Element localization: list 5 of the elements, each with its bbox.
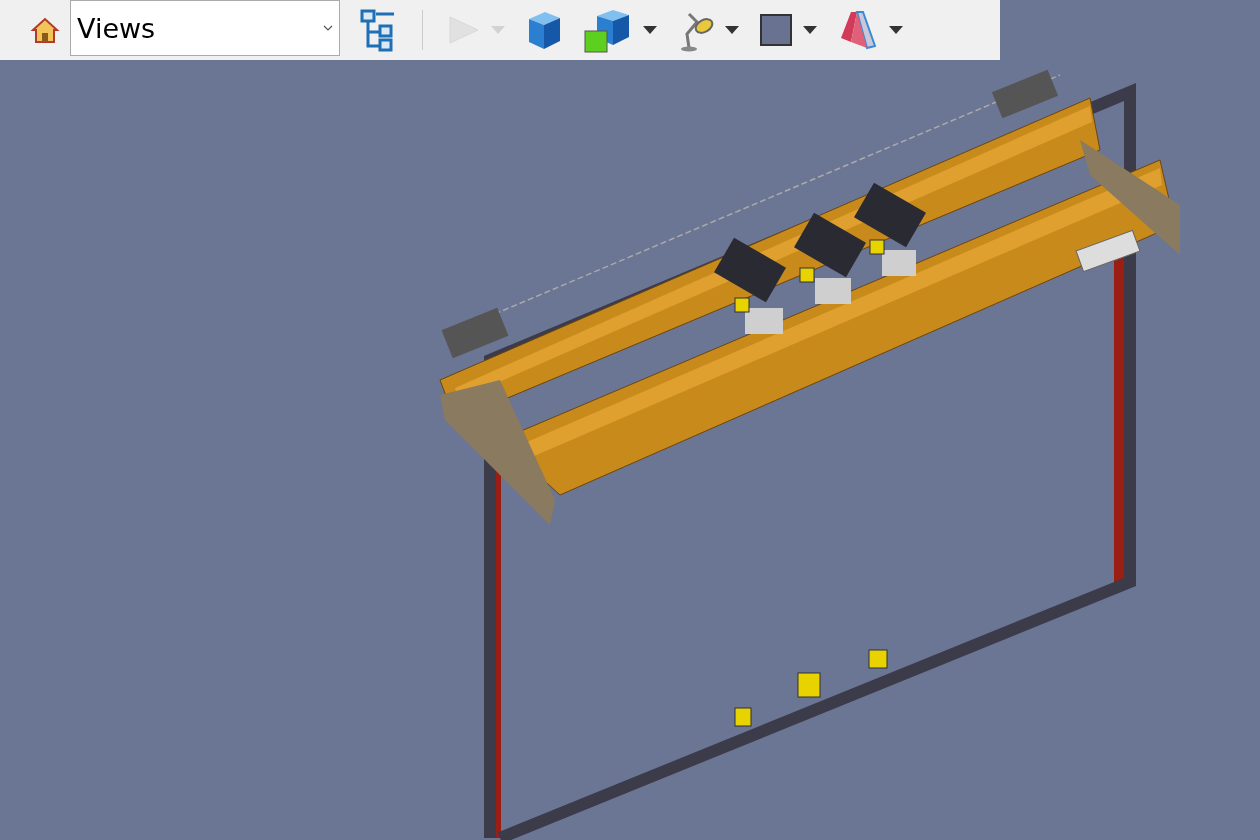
square-icon: [759, 13, 793, 47]
home-icon: [30, 16, 60, 44]
views-dropdown[interactable]: Views: [70, 0, 340, 56]
play-icon: [447, 15, 481, 45]
chevron-down-icon: [323, 25, 333, 31]
